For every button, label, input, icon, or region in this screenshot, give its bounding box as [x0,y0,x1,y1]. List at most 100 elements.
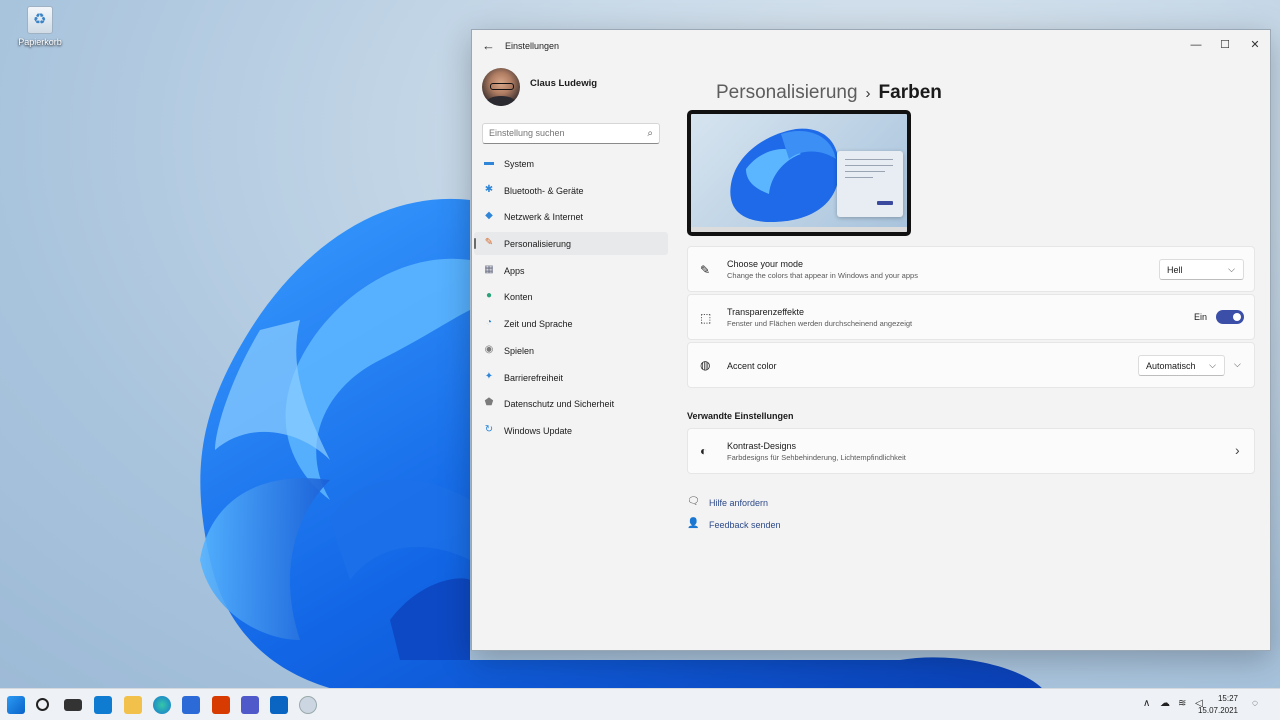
contrast-themes-card[interactable]: ◐ Kontrast-Designs Farbdesigns für Sehbe… [687,428,1255,474]
sidebar-nav: ▬ System ✱ Bluetooth- & Geräte ◆ Netzwerk & I… [472,152,670,446]
mode-dropdown[interactable]: Hell ⌵ [1159,259,1244,280]
sidebar-item-windows-update[interactable]: ↻ Windows Update [474,419,668,442]
sidebar-item-label: Zeit und Sprache [504,319,573,330]
transparency-subtitle: Fenster und Flächen werden durchscheinen… [727,319,913,328]
breadcrumb-parent[interactable]: Personalisierung [716,82,858,103]
toggle-knob [1233,313,1241,321]
search-icon[interactable] [36,698,49,711]
accent-value: Automatisch [1146,361,1196,371]
mode-value: Hell [1167,265,1183,275]
sidebar-item-label: Barrierefreiheit [504,372,564,383]
edge-icon[interactable] [153,696,171,714]
sidebar-item-label: Netzwerk & Internet [504,212,584,223]
task-view-icon[interactable] [64,699,82,711]
help-icon: 🗨 [687,496,700,507]
window-title: Einstellungen [505,41,560,51]
preview-taskbar [691,227,907,232]
sidebar-item-spielen[interactable]: ◉ Spielen [474,339,668,362]
brush-icon: ✎ [700,263,711,277]
store-icon[interactable] [182,696,200,714]
sidebar-item-personalisierung[interactable]: ✎ Personalisierung [474,232,668,256]
clock-time: 15:27 [1217,694,1238,703]
preview-line [845,159,893,160]
barrierefreiheit-icon: ✦ [484,370,494,382]
sidebar-item-zeit-und-sprache[interactable]: ◔ Zeit und Sprache [474,312,668,335]
preview-button [877,201,893,205]
outlook-icon[interactable] [270,696,288,714]
chevron-up-icon[interactable]: ∧ [1143,698,1150,709]
sidebar-item-barrierefreiheit[interactable]: ✦ Barrierefreiheit [474,366,668,389]
file-explorer-icon[interactable] [124,696,142,714]
sidebar-item-apps[interactable]: ▦ Apps [474,259,668,282]
palette-icon: ◍ [700,358,711,372]
sidebar-item-datenschutz-und-sicherheit[interactable]: ⬟ Datenschutz und Sicherheit [474,392,668,415]
clock-date: 15.07.2021 [1197,706,1238,715]
chevron-down-icon: ⌵ [1209,360,1216,370]
search-input[interactable] [489,128,639,138]
sidebar-item-bluetooth-geräte[interactable]: ✱ Bluetooth- & Geräte [474,179,668,202]
sidebar-item-label: Datenschutz und Sicherheit [504,399,615,410]
expand-chevron-icon[interactable]: ⌵ [1234,359,1241,370]
search-icon[interactable]: ⌕ [647,128,653,139]
taskbar: ∧ ☁ ≋ ◁ 15:27 15.07.2021 ◌ [0,688,1280,720]
start-icon[interactable] [7,696,25,714]
windows-update-icon: ↻ [484,423,494,435]
accent-title: Accent color [727,361,777,371]
transparency-title: Transparenzeffekte [727,307,805,317]
accent-color-card[interactable]: ◍ Accent color Automatisch ⌵ ⌵ [687,342,1255,388]
widgets-icon[interactable] [94,696,112,714]
minimize-button[interactable]: — [1181,34,1211,56]
notification-icon[interactable]: ◌ [1252,698,1258,709]
breadcrumb: Personalisierung › Farben [716,82,942,104]
sidebar-item-label: Bluetooth- & Geräte [504,185,584,196]
title-bar[interactable]: ← Einstellungen — ☐ ✕ [472,30,1270,62]
page-title: Farben [878,82,942,103]
apps-icon: ▦ [484,263,494,275]
chevron-down-icon: ⌵ [1228,264,1235,274]
close-button[interactable]: ✕ [1240,34,1270,56]
zeit-und-sprache-icon: ◔ [485,317,493,329]
contrast-icon: ◐ [700,444,708,458]
transparency-toggle[interactable] [1216,310,1244,324]
feedback-link-label: Feedback senden [709,520,781,530]
settings-gear-icon[interactable] [299,696,317,714]
sidebar-item-label: System [504,159,535,169]
datenschutz-und-sicherheit-icon: ⬟ [484,397,494,409]
choose-mode-card[interactable]: ✎ Choose your mode Change the colors tha… [687,246,1255,292]
feedback-icon: 👤 [687,518,700,529]
sidebar-item-label: Windows Update [504,425,573,436]
recycle-bin-shortcut[interactable]: Papierkorb [14,6,66,47]
recycle-bin-icon [27,6,53,34]
sidebar-item-system[interactable]: ▬ System [474,152,668,175]
cloud-icon[interactable]: ☁ [1160,698,1170,709]
accent-dropdown[interactable]: Automatisch ⌵ [1138,355,1225,376]
sidebar-item-label: Apps [504,265,525,276]
transparency-icon: ⬚ [700,311,712,325]
back-arrow-icon[interactable]: ← [482,38,498,54]
mode-title: Choose your mode [727,259,804,269]
office-icon[interactable] [212,696,230,714]
related-settings-heading: Verwandte Einstellungen [687,411,794,421]
transparency-state-label: Ein [1194,312,1208,322]
preview-window [837,151,903,217]
system-icon: ▬ [484,157,494,168]
settings-window: ← Einstellungen — ☐ ✕ Claus Ludewig ⌕ ▬ S… [471,29,1271,651]
bluetooth-geräte-icon: ✱ [484,183,494,195]
theme-preview [687,110,911,236]
help-link-label: Hilfe anfordern [709,498,769,508]
chevron-right-icon: › [1235,442,1240,458]
sidebar-item-netzwerk-internet[interactable]: ◆ Netzwerk & Internet [474,205,668,228]
wifi-icon[interactable]: ≋ [1178,698,1186,709]
breadcrumb-separator: › [865,85,871,102]
clock[interactable]: 15:27 15.07.2021 [1198,693,1238,717]
mode-subtitle: Change the colors that appear in Windows… [727,271,918,280]
preview-line [845,171,885,172]
sidebar-item-konten[interactable]: ● Konten [474,285,668,308]
settings-search[interactable]: ⌕ [482,123,660,144]
personalisierung-icon: ✎ [484,237,494,249]
teams-icon[interactable] [241,696,259,714]
transparency-card: ⬚ Transparenzeffekte Fenster und Flächen… [687,294,1255,340]
contrast-subtitle: Farbdesigns für Sehbehinderung, Lichtemp… [727,453,906,462]
maximize-button[interactable]: ☐ [1210,34,1240,56]
recycle-bin-label: Papierkorb [18,37,62,47]
